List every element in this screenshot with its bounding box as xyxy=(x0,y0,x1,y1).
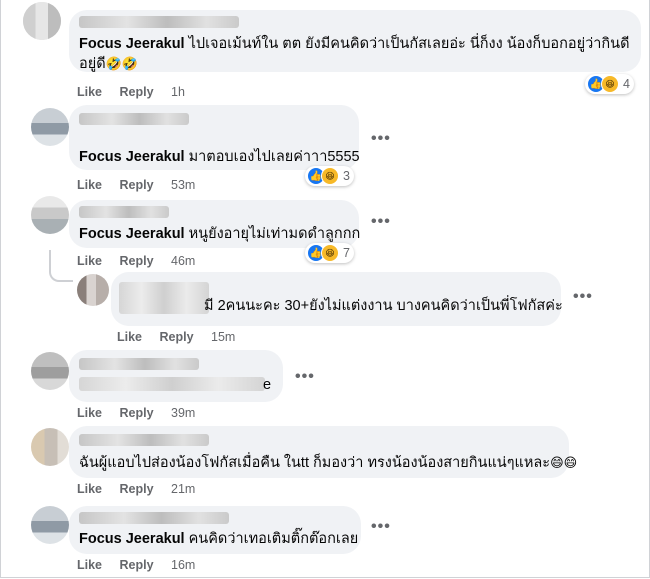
comment-actions: Like Reply 15m xyxy=(117,330,235,344)
comment-text: Focus Jeerakul คนคิดว่าเทอเติมติ๊กต๊อกเล… xyxy=(79,531,359,547)
blurred-comment-text xyxy=(79,377,265,391)
more-options-icon[interactable]: ••• xyxy=(371,518,391,536)
mention-tag[interactable]: Focus Jeerakul xyxy=(79,149,185,165)
mention-tag[interactable]: Focus Jeerakul xyxy=(79,226,185,242)
like-button[interactable]: Like xyxy=(77,406,102,420)
reply-thread-line xyxy=(49,250,73,282)
reply-button[interactable]: Reply xyxy=(120,482,154,496)
comment-text: e xyxy=(263,377,272,393)
reply-button[interactable]: Reply xyxy=(120,558,154,572)
comment-actions: Like Reply 46m xyxy=(77,254,195,268)
like-button[interactable]: Like xyxy=(77,254,102,268)
like-button[interactable]: Like xyxy=(77,558,102,572)
like-button[interactable]: Like xyxy=(77,85,102,99)
comment-bubble xyxy=(69,350,283,402)
reply-button[interactable]: Reply xyxy=(120,85,154,99)
reply-button[interactable]: Reply xyxy=(160,330,194,344)
reaction-summary[interactable]: 👍 😆 4 xyxy=(585,74,634,94)
blurred-author-name xyxy=(79,113,189,125)
reaction-summary[interactable]: 👍 😆 7 xyxy=(305,243,354,263)
reply-button[interactable]: Reply xyxy=(120,254,154,268)
comment-time[interactable]: 39m xyxy=(171,406,195,420)
comment-text: Focus Jeerakul หนูยังอายุไม่เท่ามดดำลูกก… xyxy=(79,226,361,242)
reaction-count: 4 xyxy=(623,77,630,91)
comment-text-line2: อยู่ดี🤣🤣 xyxy=(79,56,138,72)
comment-time[interactable]: 1h xyxy=(171,85,185,99)
comment-text: มี 2คนนะคะ 30+ยังไม่แต่งงาน บางคนคิดว่าเ… xyxy=(204,298,563,314)
avatar[interactable] xyxy=(31,352,69,390)
comment-time[interactable]: 21m xyxy=(171,482,195,496)
blurred-author-name xyxy=(119,282,209,314)
like-button[interactable]: Like xyxy=(77,482,102,496)
blurred-author-name xyxy=(79,206,169,218)
reaction-summary[interactable]: 👍 😆 3 xyxy=(305,166,354,186)
comment-text: Focus Jeerakul ไปเจอเม้นท์ใน ตต ยังมีคนค… xyxy=(79,36,630,52)
haha-reaction-icon: 😆 xyxy=(321,167,339,185)
avatar[interactable] xyxy=(77,274,109,306)
blurred-author-name xyxy=(79,358,199,370)
comment-actions: Like Reply 1h xyxy=(77,85,185,99)
haha-reaction-icon: 😆 xyxy=(601,75,619,93)
like-button[interactable]: Like xyxy=(77,178,102,192)
comment-text: ฉันผู้แอบไปส่องน้องโฟกัสเมื่อคืน ในtt ก็… xyxy=(79,455,578,471)
comment-text: Focus Jeerakul มาตอบเองไปเลยค่าาา5555 xyxy=(79,149,360,165)
avatar[interactable] xyxy=(23,2,61,40)
blurred-author-name xyxy=(79,16,239,28)
comment-actions: Like Reply 16m xyxy=(77,558,195,572)
haha-reaction-icon: 😆 xyxy=(321,244,339,262)
mention-tag[interactable]: Focus Jeerakul xyxy=(79,36,185,52)
more-options-icon[interactable]: ••• xyxy=(295,368,315,386)
comment-actions: Like Reply 39m xyxy=(77,406,195,420)
avatar[interactable] xyxy=(31,108,69,146)
comment-time[interactable]: 15m xyxy=(211,330,235,344)
avatar[interactable] xyxy=(31,506,69,544)
comment-time[interactable]: 16m xyxy=(171,558,195,572)
more-options-icon[interactable]: ••• xyxy=(371,130,391,148)
more-options-icon[interactable]: ••• xyxy=(371,213,391,231)
reaction-count: 3 xyxy=(343,169,350,183)
blurred-author-name xyxy=(79,434,209,446)
avatar[interactable] xyxy=(31,196,69,234)
reaction-count: 7 xyxy=(343,246,350,260)
like-button[interactable]: Like xyxy=(117,330,142,344)
comment-time[interactable]: 53m xyxy=(171,178,195,192)
comment-actions: Like Reply 21m xyxy=(77,482,195,496)
more-options-icon[interactable]: ••• xyxy=(573,288,593,306)
mention-tag[interactable]: Focus Jeerakul xyxy=(79,531,185,547)
comment-section: Focus Jeerakul ไปเจอเม้นท์ใน ตต ยังมีคนค… xyxy=(0,0,650,578)
avatar[interactable] xyxy=(31,428,69,466)
comment-actions: Like Reply 53m xyxy=(77,178,195,192)
comment-time[interactable]: 46m xyxy=(171,254,195,268)
blurred-author-name xyxy=(79,512,229,524)
reply-button[interactable]: Reply xyxy=(120,178,154,192)
reply-button[interactable]: Reply xyxy=(120,406,154,420)
